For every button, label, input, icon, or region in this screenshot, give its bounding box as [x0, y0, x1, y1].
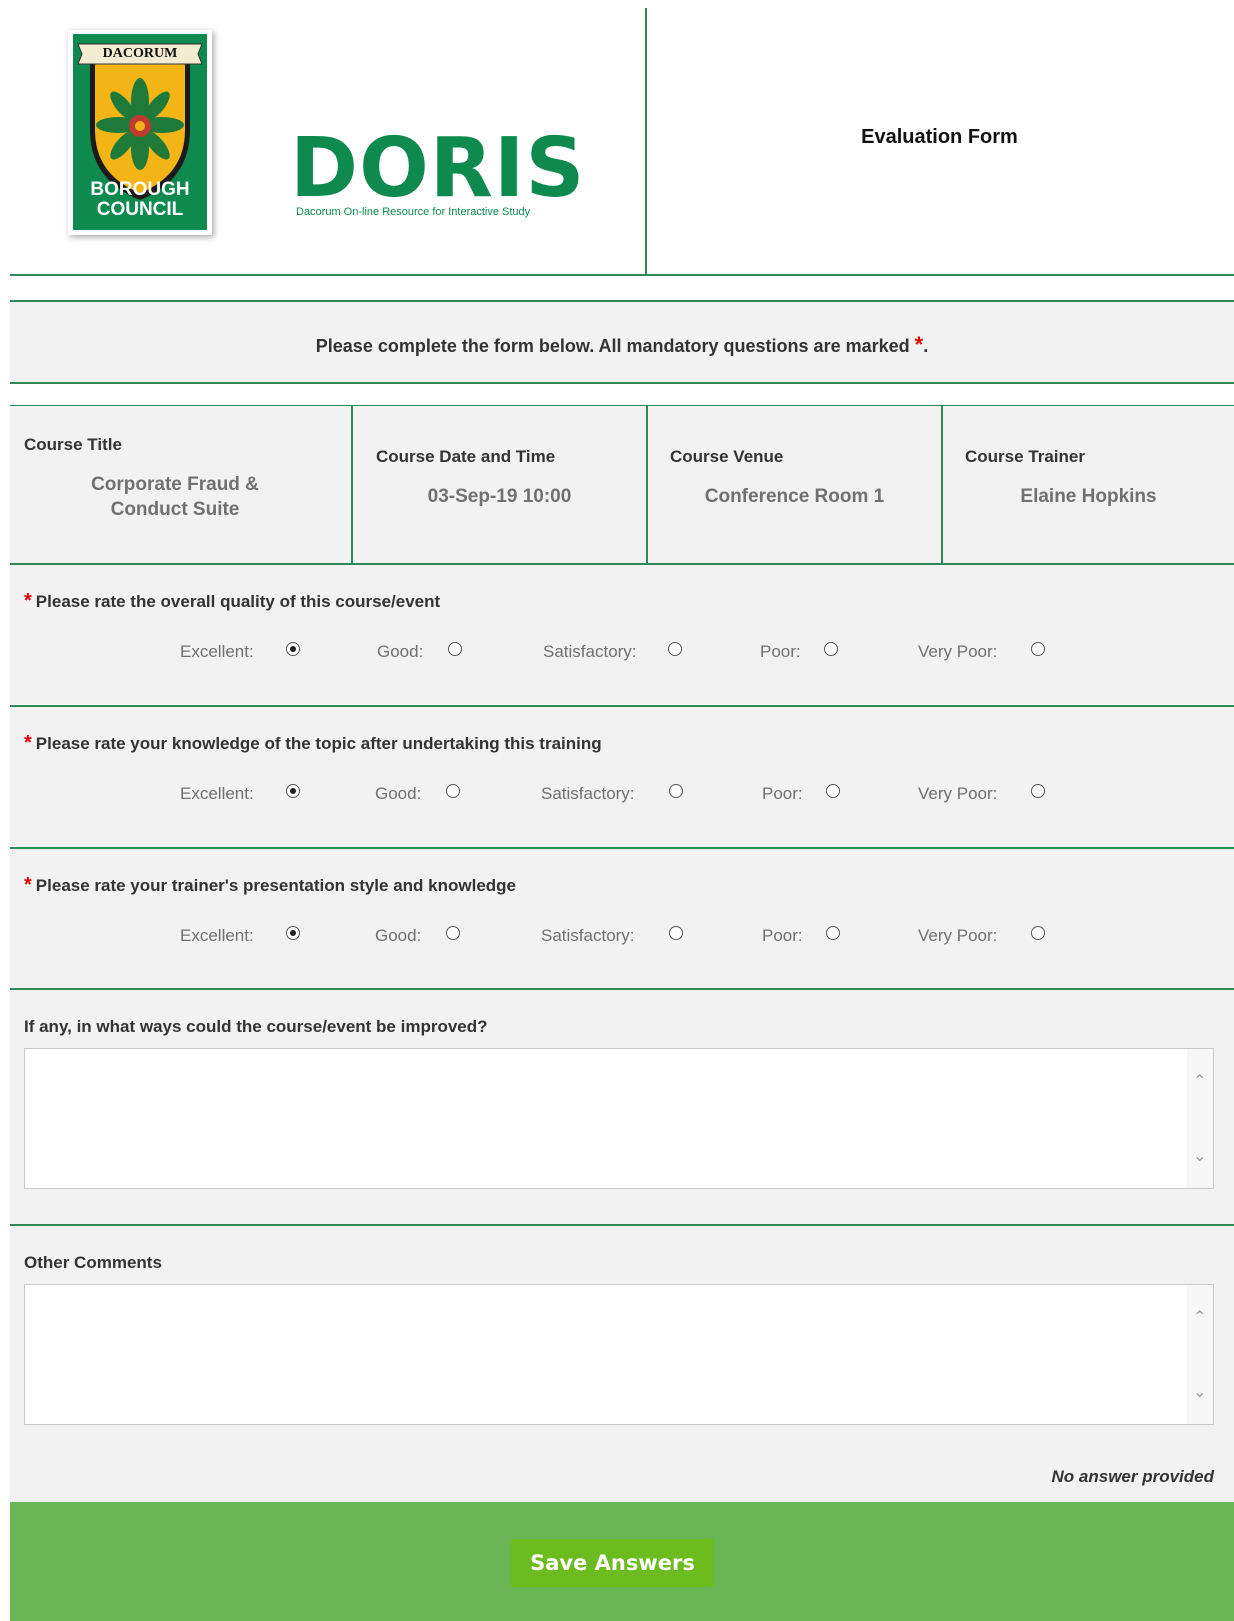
divider: [10, 382, 1234, 384]
course-title-line: Conduct Suite: [110, 499, 240, 520]
option-label: Excellent:: [180, 926, 254, 945]
chevron-up-icon[interactable]: ⌃: [1193, 1310, 1206, 1326]
column-divider: [646, 406, 648, 564]
radio-satisfactory[interactable]: [668, 642, 682, 656]
doris-logo-title: DORIS: [290, 121, 586, 216]
option-label: Satisfactory:: [541, 926, 635, 945]
course-venue-label: Course Venue: [670, 447, 784, 466]
radio-good[interactable]: [448, 642, 462, 656]
chevron-down-icon[interactable]: ⌄: [1193, 1149, 1206, 1165]
option-label: Good:: [375, 784, 422, 803]
radio-very-poor[interactable]: [1031, 926, 1045, 940]
option-label: Poor:: [762, 784, 803, 803]
course-trainer-label: Course Trainer: [965, 447, 1085, 466]
course-title-value: Corporate Fraud & Conduct Suite: [24, 472, 326, 522]
option-label: Good:: [377, 642, 424, 661]
instruction-text-main: Please complete the form below. All mand…: [315, 336, 915, 356]
course-title-label: Course Title: [24, 435, 122, 454]
course-date-label: Course Date and Time: [376, 447, 556, 466]
question-text: * Please rate the overall quality of this…: [24, 590, 440, 613]
doris-logo: DORIS Dacorum On-line Resource for Inter…: [290, 121, 590, 219]
instruction-text: Please complete the form below. All mand…: [10, 332, 1234, 358]
chevron-down-icon[interactable]: ⌄: [1193, 1385, 1206, 1401]
option-label: Satisfactory:: [541, 784, 635, 803]
status-text: No answer provided: [1051, 1467, 1214, 1486]
course-title-line: Corporate Fraud &: [91, 474, 259, 495]
radio-poor[interactable]: [824, 642, 838, 656]
question-label: Please rate the overall quality of this …: [35, 592, 441, 611]
question-text: * Please rate your trainer's presentation…: [24, 874, 516, 897]
council-logo: DACORUM BOROUGH COUNCIL: [68, 30, 212, 235]
question-label: Please rate your knowledge of the topic …: [35, 734, 602, 753]
required-star: *: [24, 874, 32, 896]
option-label: Poor:: [762, 926, 803, 945]
option-label: Poor:: [760, 642, 801, 661]
option-label: Very Poor:: [918, 784, 998, 803]
course-venue-value: Conference Room 1: [704, 486, 885, 507]
question-block: [10, 565, 1234, 704]
required-star: *: [24, 590, 32, 612]
radio-very-poor[interactable]: [1031, 642, 1045, 656]
page-title: Evaluation Form: [861, 126, 1018, 148]
question-text: * Please rate your knowledge of the topic…: [24, 732, 602, 755]
radio-excellent[interactable]: [286, 926, 300, 940]
radio-poor[interactable]: [826, 926, 840, 940]
comments-label: Other Comments: [24, 1253, 162, 1272]
scrollbar[interactable]: ⌃ ⌄: [1187, 1049, 1213, 1188]
improve-label: If any, in what ways could the course/ev…: [24, 1017, 488, 1036]
council-logo-borough-text: BOROUGH: [90, 179, 190, 200]
scrollbar[interactable]: ⌃ ⌄: [1187, 1285, 1213, 1424]
question-block: [10, 707, 1234, 846]
option-label: Good:: [375, 926, 422, 945]
radio-good[interactable]: [446, 926, 460, 940]
radio-satisfactory[interactable]: [669, 926, 683, 940]
required-star: *: [914, 332, 924, 357]
radio-poor[interactable]: [826, 784, 840, 798]
option-label: Excellent:: [180, 784, 254, 803]
radio-excellent[interactable]: [286, 784, 300, 798]
instruction-text-end: .: [923, 336, 929, 356]
question-label: Please rate your trainer's presentation …: [35, 876, 517, 895]
chevron-up-icon[interactable]: ⌃: [1193, 1074, 1206, 1090]
required-star: *: [24, 732, 32, 754]
council-logo-top-text: DACORUM: [102, 46, 178, 61]
course-trainer-value: Elaine Hopkins: [1020, 486, 1157, 507]
comments-textarea[interactable]: [24, 1284, 1214, 1425]
option-label: Very Poor:: [918, 642, 998, 661]
council-logo-council-text: COUNCIL: [96, 199, 184, 220]
course-date-value: 03-Sep-19 10:00: [427, 486, 572, 507]
radio-very-poor[interactable]: [1031, 784, 1045, 798]
improve-textarea[interactable]: [24, 1048, 1214, 1189]
option-label: Very Poor:: [918, 926, 998, 945]
column-divider: [351, 406, 353, 564]
column-divider: [941, 406, 943, 564]
divider: [10, 274, 1234, 276]
question-block: [10, 849, 1234, 988]
option-label: Excellent:: [180, 642, 254, 661]
radio-good[interactable]: [446, 784, 460, 798]
radio-satisfactory[interactable]: [669, 784, 683, 798]
radio-excellent[interactable]: [286, 642, 300, 656]
option-label: Satisfactory:: [543, 642, 637, 661]
save-answers-button[interactable]: Save Answers: [511, 1539, 714, 1587]
